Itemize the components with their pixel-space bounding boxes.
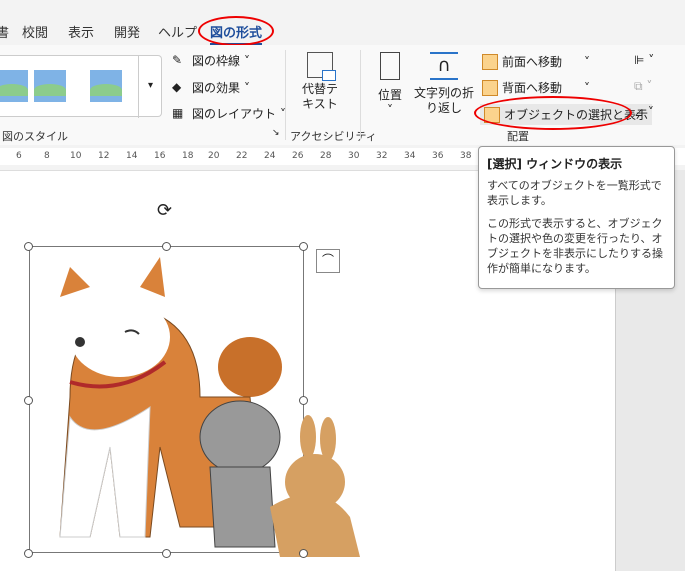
style-thumb[interactable] — [34, 70, 66, 102]
bring-forward-button[interactable]: 前面へ移動 ˅ — [482, 53, 590, 70]
wrap-text-button[interactable]: ∩ 文字列の折 り返し — [412, 52, 476, 116]
picture-layout-button[interactable]: ▦ 図のレイアウト ˅ — [172, 105, 286, 122]
tab-review[interactable]: 校閲 — [22, 22, 48, 41]
tab-help[interactable]: ヘルプ — [158, 22, 197, 41]
selected-picture[interactable] — [29, 246, 360, 557]
resize-handle[interactable] — [162, 549, 171, 558]
tab-view[interactable]: 表示 — [68, 22, 94, 41]
align-icon[interactable]: ⊫ ˅ — [634, 53, 654, 67]
highlight-oval — [474, 96, 632, 130]
pen-icon: ✎ — [172, 52, 183, 67]
rotate-handle-icon[interactable]: ⟳ — [157, 200, 172, 221]
group-label-accessibility: アクセシビリティ — [290, 130, 377, 143]
resize-handle[interactable] — [299, 396, 308, 405]
resize-handle[interactable] — [24, 242, 33, 251]
send-backward-icon — [482, 79, 498, 96]
resize-handle[interactable] — [24, 396, 33, 405]
gallery-more-button[interactable]: ▾ — [138, 56, 162, 118]
send-backward-button[interactable]: 背面へ移動 ˅ — [482, 79, 590, 96]
picture-styles-gallery[interactable]: ▾ — [0, 55, 162, 118]
position-button[interactable]: 位置 ˅ — [372, 52, 408, 117]
style-thumb[interactable] — [0, 70, 28, 102]
layout-options-icon[interactable]: ⌒ — [316, 249, 340, 273]
tooltip-title: [選択] ウィンドウの表示 — [487, 157, 623, 171]
resize-handle[interactable] — [299, 242, 308, 251]
highlight-oval — [198, 16, 274, 46]
label: 図の効果 — [192, 81, 241, 95]
wrap-text-icon: ∩ — [430, 52, 458, 80]
label: 前面へ移動 — [502, 55, 563, 69]
style-thumb[interactable] — [90, 70, 122, 102]
bring-forward-icon — [482, 53, 498, 70]
tab-developer[interactable]: 開発 — [114, 22, 140, 41]
alt-text-icon — [307, 52, 336, 81]
label: 代替テ キスト — [301, 82, 338, 111]
group-label-styles: 図のスタイル — [2, 130, 68, 143]
tooltip-text: この形式で表示すると、オブジェクトの選択や色の変更を行ったり、オブジェクトを非表… — [487, 217, 663, 275]
rotate-icon[interactable]: ⊿ ˅ — [634, 105, 654, 119]
animals-illustration — [59, 257, 360, 557]
label: 図の枠線 — [192, 54, 241, 68]
label: 位置 — [377, 88, 402, 102]
label: 背面へ移動 — [502, 81, 563, 95]
resize-handle[interactable] — [162, 242, 171, 251]
tooltip-text: すべてのオブジェクトを一覧形式で表示します。 — [487, 179, 662, 207]
picture-effects-button[interactable]: ◆ 図の効果 ˅ — [172, 79, 250, 96]
tooltip: [選択] ウィンドウの表示 すべてのオブジェクトを一覧形式で表示します。 この形… — [478, 146, 675, 289]
label: 文字列の折 り返し — [413, 86, 474, 115]
position-icon — [380, 52, 400, 80]
dialog-launcher-icon[interactable]: ↘ — [272, 128, 280, 138]
resize-handle[interactable] — [24, 549, 33, 558]
layout-icon: ▦ — [172, 105, 184, 120]
effects-icon: ◆ — [172, 79, 182, 94]
tab-mailings[interactable]: 書 — [0, 22, 9, 41]
group-icon: ⧉ ˅ — [634, 79, 653, 93]
alt-text-button[interactable]: 代替テ キスト — [290, 52, 350, 112]
picture-border-button[interactable]: ✎ 図の枠線 ˅ — [172, 52, 250, 69]
label: 図のレイアウト — [192, 107, 277, 121]
group-label-arrange: 配置 — [507, 130, 529, 143]
resize-handle[interactable] — [299, 549, 308, 558]
